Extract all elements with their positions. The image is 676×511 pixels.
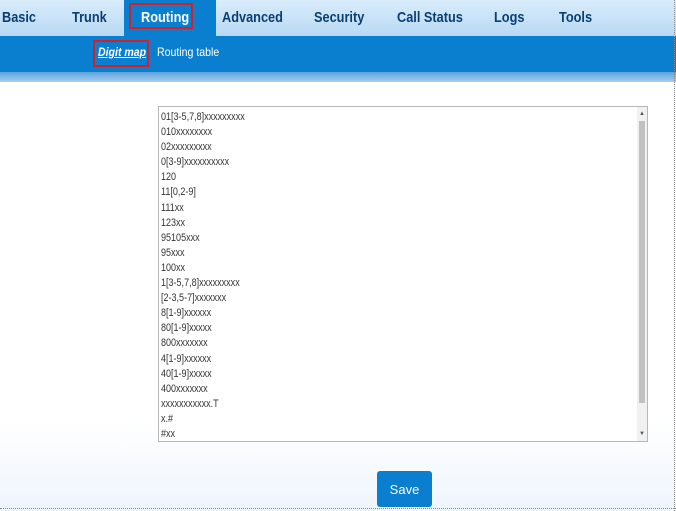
- tab-basic[interactable]: Basic: [2, 0, 36, 36]
- subtab-routing-table[interactable]: Routing table: [157, 36, 219, 72]
- tab-trunk[interactable]: Trunk: [72, 0, 107, 36]
- active-tab-highlight: [129, 3, 193, 29]
- tab-advanced[interactable]: Advanced: [222, 0, 283, 36]
- digit-map-line: 100xx: [161, 261, 186, 274]
- digit-map-line: 11[0,2-9]: [161, 186, 196, 199]
- scrollbar-thumb[interactable]: [639, 121, 645, 403]
- digit-map-line: 4[1-9]xxxxxx: [161, 352, 212, 365]
- digit-map-line: 80[1-9]xxxxx: [161, 322, 212, 335]
- digit-map-line: 95xxx: [161, 246, 185, 259]
- tab-security[interactable]: Security: [314, 0, 364, 36]
- digit-map-line: 0[3-9]xxxxxxxxxx: [161, 156, 230, 169]
- digit-map-line: 800xxxxxxx: [161, 337, 208, 350]
- scroll-up-arrow-icon[interactable]: ▲: [637, 109, 647, 119]
- save-button[interactable]: Save: [377, 471, 432, 507]
- digit-map-scrollbar[interactable]: ▲ ▼: [637, 107, 647, 441]
- digit-map-lines: 01[3-5,7,8]xxxxxxxxx 010xxxxxxxx 02xxxxxxx…: [161, 110, 245, 441]
- digit-map-line: 01[3-5,7,8]xxxxxxxxx: [161, 111, 245, 123]
- active-subtab-highlight: [93, 40, 149, 67]
- sub-navigation-shadow: [0, 72, 676, 82]
- scroll-down-arrow-icon[interactable]: ▼: [637, 429, 647, 439]
- digit-map-line: 02xxxxxxxxx: [161, 141, 212, 154]
- digit-map-line: 123xx: [161, 216, 186, 229]
- digit-map-line: xxxxxxxxxxx.T: [161, 397, 219, 410]
- digit-map-textarea[interactable]: 01[3-5,7,8]xxxxxxxxx 010xxxxxxxx 02xxxxxxx…: [158, 106, 648, 442]
- digit-map-line: x.#: [161, 412, 174, 425]
- page-bottom-divider: [0, 508, 676, 509]
- digit-map-line: [2-3,5-7]xxxxxxx: [161, 292, 227, 305]
- digit-map-line: 111xx: [161, 201, 184, 214]
- digit-map-line: 010xxxxxxxx: [161, 126, 213, 139]
- digit-map-line: 1[3-5,7,8]xxxxxxxxx: [161, 277, 240, 290]
- page-right-divider: [674, 0, 675, 511]
- digit-map-line: 120: [161, 171, 177, 184]
- digit-map-line: 8[1-9]xxxxxx: [161, 307, 212, 320]
- digit-map-line: 400xxxxxxx: [161, 382, 208, 395]
- tab-call-status[interactable]: Call Status: [397, 0, 463, 36]
- tab-tools[interactable]: Tools: [559, 0, 592, 36]
- digit-map-line: #xx: [161, 427, 176, 440]
- digit-map-line: 95105xxx: [161, 231, 200, 244]
- tab-logs[interactable]: Logs: [494, 0, 524, 36]
- digit-map-line: 40[1-9]xxxxx: [161, 367, 212, 380]
